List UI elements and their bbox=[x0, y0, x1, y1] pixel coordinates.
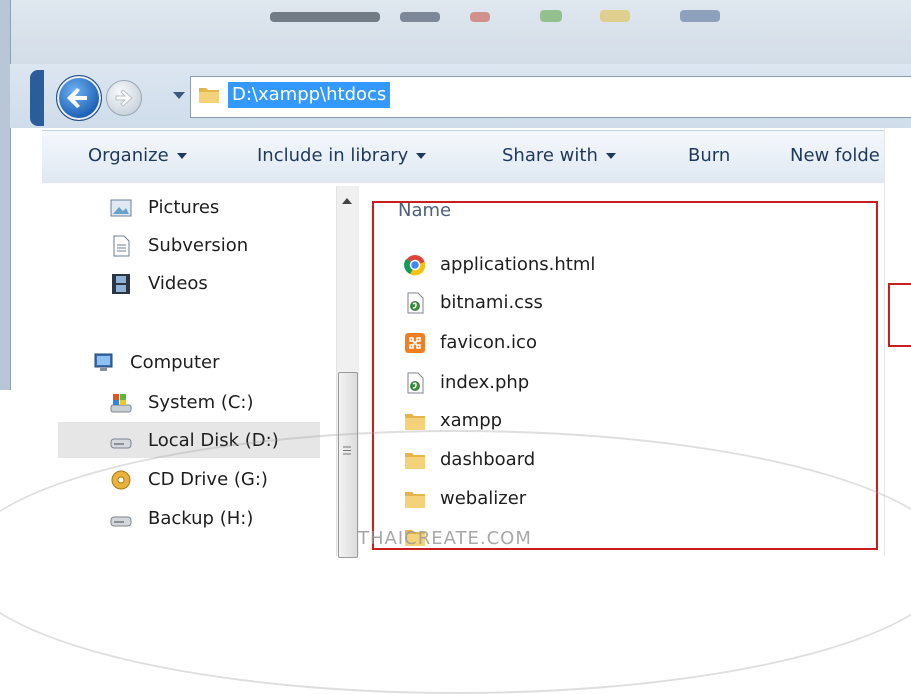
nav-item-label: Pictures bbox=[148, 197, 220, 218]
recent-pages-dropdown-icon[interactable] bbox=[172, 90, 186, 102]
nav-item-label: Subversion bbox=[148, 235, 249, 256]
forward-button[interactable] bbox=[106, 80, 142, 116]
system-drive-icon bbox=[110, 394, 132, 413]
chevron-down-icon bbox=[605, 153, 616, 159]
watermark: THAICREATE.COM bbox=[358, 528, 532, 549]
share-with-menu[interactable]: Share with bbox=[502, 144, 616, 168]
share-with-label: Share with bbox=[502, 145, 598, 166]
organize-menu[interactable]: Organize bbox=[88, 144, 187, 168]
new-folder-label: New folde bbox=[790, 145, 880, 166]
arrow-right-icon bbox=[115, 89, 133, 107]
window-frame-edge bbox=[10, 0, 11, 390]
chevron-down-icon bbox=[176, 153, 187, 159]
hard-drive-icon bbox=[110, 438, 132, 449]
window-frame-left bbox=[0, 0, 10, 390]
include-in-library-label: Include in library bbox=[257, 145, 409, 166]
chevron-down-icon bbox=[416, 153, 427, 159]
highlight-box-fragment bbox=[888, 283, 911, 347]
nav-item-label: Videos bbox=[148, 273, 208, 294]
nav-item-label: Computer bbox=[130, 352, 220, 373]
back-button[interactable] bbox=[56, 75, 102, 121]
folder-icon bbox=[199, 88, 219, 103]
burn-label: Burn bbox=[688, 145, 731, 166]
window-left-edge bbox=[30, 70, 44, 126]
document-icon bbox=[113, 235, 130, 257]
videos-icon bbox=[112, 274, 130, 294]
address-path[interactable]: D:\xampp\htdocs bbox=[228, 82, 391, 108]
window-title-bar bbox=[0, 0, 911, 64]
organize-label: Organize bbox=[88, 145, 169, 166]
new-folder-button[interactable]: New folde bbox=[790, 144, 880, 168]
include-in-library-menu[interactable]: Include in library bbox=[257, 144, 427, 168]
nav-item-label: System (C:) bbox=[148, 392, 254, 413]
pictures-icon bbox=[110, 199, 132, 217]
burn-button[interactable]: Burn bbox=[688, 144, 730, 168]
scroll-up-arrow-icon[interactable] bbox=[342, 198, 352, 204]
arrow-left-icon bbox=[67, 88, 87, 108]
watermark-arc bbox=[0, 430, 911, 694]
computer-icon bbox=[94, 353, 113, 371]
